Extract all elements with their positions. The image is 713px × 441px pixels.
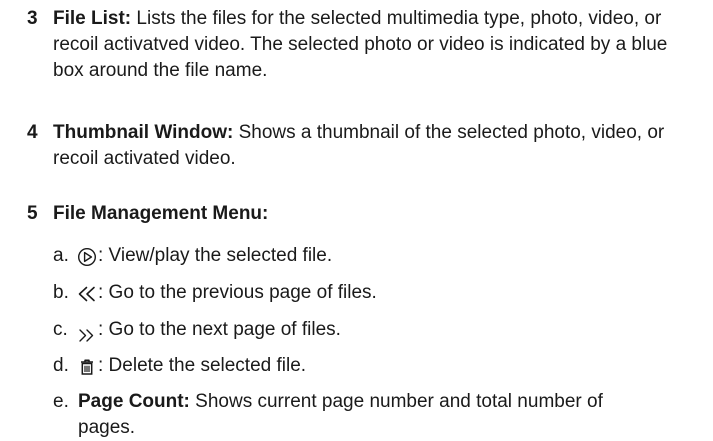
trash-icon bbox=[81, 359, 93, 375]
menu-item-paragraph: Page Count: Shows current page number an… bbox=[78, 389, 638, 441]
item-description: Lists the files for the selected multime… bbox=[53, 8, 668, 81]
double-chevron-right-icon bbox=[79, 329, 94, 342]
item-term: Thumbnail Window: bbox=[53, 122, 234, 143]
double-chevron-left-icon bbox=[78, 286, 95, 302]
item-term: File List: bbox=[53, 8, 132, 29]
menu-item-letter: c. bbox=[53, 319, 68, 340]
item-paragraph: File List: Lists the files for the selec… bbox=[53, 6, 703, 84]
manual-page: { "items": [ { "number": "3", "term": "F… bbox=[0, 0, 713, 439]
item-paragraph: Thumbnail Window: Shows a thumbnail of t… bbox=[53, 120, 703, 172]
menu-item-text: : Go to the next page of files. bbox=[98, 319, 341, 340]
menu-item-letter: a. bbox=[53, 245, 69, 266]
play-circle-icon bbox=[77, 247, 97, 267]
menu-item-letter: e. bbox=[53, 391, 69, 412]
menu-item-letter: b. bbox=[53, 282, 69, 303]
item-term: File Management Menu: bbox=[53, 203, 269, 224]
item-number: 4 bbox=[27, 122, 38, 143]
menu-item-letter: d. bbox=[53, 355, 69, 376]
menu-item-text: : View/play the selected file. bbox=[98, 245, 333, 266]
menu-item-term: Page Count: bbox=[78, 391, 190, 412]
menu-item-text: : Delete the selected file. bbox=[98, 355, 307, 376]
item-number: 5 bbox=[27, 203, 38, 224]
item-number: 3 bbox=[27, 8, 38, 29]
menu-item-text: : Go to the previous page of files. bbox=[98, 282, 377, 303]
item-paragraph: File Management Menu: bbox=[53, 201, 703, 227]
